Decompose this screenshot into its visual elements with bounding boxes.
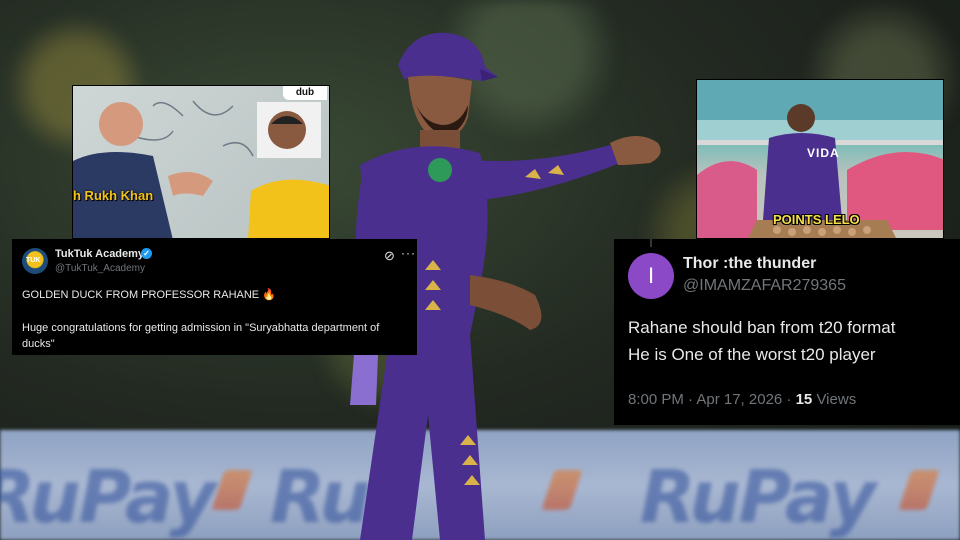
tweet-views-count: 15 — [795, 391, 813, 408]
grok-icon[interactable]: ⊘ — [384, 248, 395, 264]
avatar-logo-icon: TUK — [26, 257, 41, 264]
tweet-author-name[interactable]: Thor :the thunder — [683, 255, 816, 273]
meme-image-left: dub h Rukh Khan — [72, 85, 330, 239]
tweet-timestamp[interactable]: 8:00 PM · Apr 17, 2026 · — [628, 391, 796, 408]
corner-label: dub — [283, 86, 327, 100]
account-avatar[interactable]: I — [628, 253, 674, 299]
tweet-card-left[interactable]: TUK TukTuk Academy ✓ @TukTuk_Academy ⊘ ·… — [12, 239, 417, 355]
account-avatar[interactable]: TUK — [22, 248, 48, 274]
tweet-text-line: Rahane should ban from t20 format — [628, 318, 896, 337]
more-options-icon[interactable]: ··· — [401, 246, 416, 260]
tweet-text-line: GOLDEN DUCK FROM PROFESSOR RAHANE 🔥 — [22, 289, 276, 301]
tweet-meta: 8:00 PM · Apr 17, 2026 · 15 Views — [628, 391, 856, 408]
meme-caption: h Rukh Khan — [73, 188, 154, 203]
jersey-sponsor-text: VIDA — [807, 146, 840, 160]
tweet-author-handle[interactable]: @IMAMZAFAR279365 — [683, 277, 846, 295]
tweet-author-handle[interactable]: @TukTuk_Academy — [55, 263, 145, 274]
tweet-text-line: He is One of the worst t20 player — [628, 345, 876, 364]
meme-image-right: VIDA POINTS LELO — [696, 79, 944, 239]
tweet-views-label: Views — [812, 391, 857, 408]
verified-badge-icon: ✓ — [141, 248, 152, 259]
tweet-text-line: Huge congratulations for getting admissi… — [22, 322, 380, 350]
thread-connector — [650, 239, 652, 247]
meme-caption: POINTS LELO — [773, 212, 860, 227]
ad-board-word-left: RuPay — [0, 455, 216, 539]
tweet-author-name[interactable]: TukTuk Academy — [55, 248, 144, 260]
tweet-card-right[interactable]: I Thor :the thunder @IMAMZAFAR279365 Rah… — [614, 239, 960, 425]
teacher-meme-illustration — [73, 100, 329, 238]
